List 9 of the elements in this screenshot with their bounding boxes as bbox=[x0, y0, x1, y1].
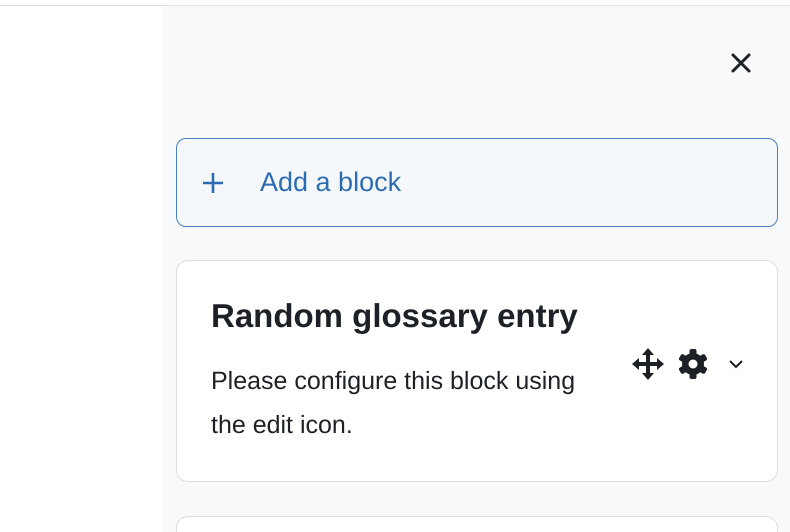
caret-icon[interactable] bbox=[727, 358, 745, 370]
block-description: Please configure this block using the edit icon. bbox=[211, 366, 576, 441]
gear-icon[interactable] bbox=[677, 348, 709, 380]
close-button[interactable] bbox=[730, 52, 752, 74]
move-icon[interactable] bbox=[631, 347, 665, 381]
add-block-button[interactable]: Add a block bbox=[176, 138, 778, 227]
block-title: Random glossary entry bbox=[211, 297, 579, 335]
close-icon bbox=[730, 52, 752, 74]
plus-icon bbox=[201, 170, 225, 194]
